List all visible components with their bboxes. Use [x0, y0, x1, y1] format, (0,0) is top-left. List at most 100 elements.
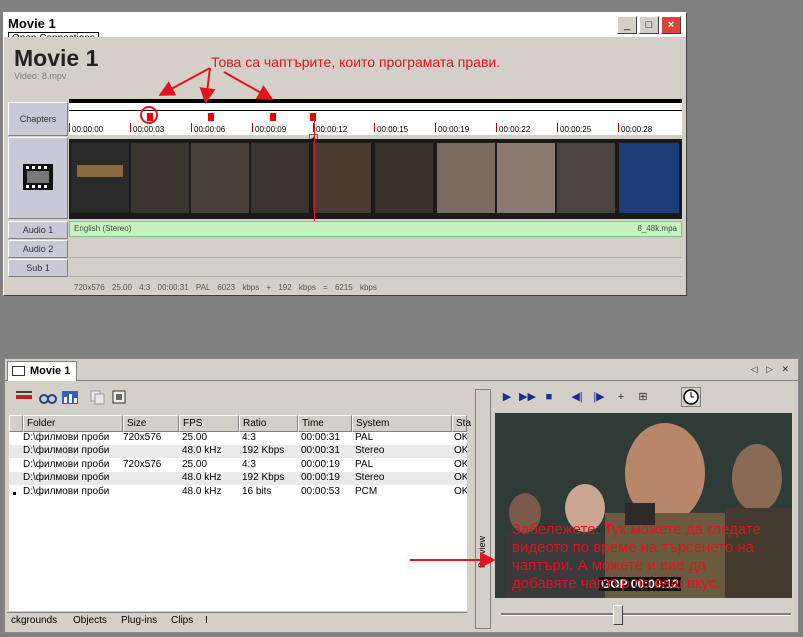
- file-list[interactable]: Folder Size FPS Ratio Time System Sta D:…: [9, 415, 471, 611]
- column-header-size[interactable]: Size: [123, 415, 179, 432]
- cell-size: 720x576: [123, 459, 162, 470]
- cell-system: PAL: [355, 459, 374, 470]
- ruler-tick: [435, 123, 436, 132]
- audio1-track-label[interactable]: Audio 1: [8, 221, 68, 239]
- sub1-track[interactable]: [69, 259, 682, 277]
- video-thumbnail: [437, 143, 495, 213]
- tab-nav-arrows[interactable]: ◁ ▷ ✕: [751, 364, 792, 375]
- tab-more[interactable]: I: [201, 615, 212, 626]
- cell-time: 00:00:19: [301, 472, 340, 483]
- ruler-tick: [557, 123, 558, 132]
- movie-info-line: 720x576 25.00 4:3 00:00:31 PAL 6023 kbps…: [74, 283, 377, 292]
- tab-objects[interactable]: Objects: [69, 615, 111, 626]
- binoculars-icon[interactable]: [39, 389, 57, 405]
- table-row[interactable]: D:\филмови проби 48.0 kHz 192 Kbps 00:00…: [9, 445, 467, 458]
- chapters-track-label[interactable]: Chapters: [8, 102, 68, 136]
- column-header-fps[interactable]: FPS: [179, 415, 239, 432]
- clock-icon[interactable]: [681, 387, 701, 407]
- video-track-thumbnails[interactable]: [69, 139, 682, 219]
- ruler-line: [69, 110, 682, 111]
- cell-folder: D:\филмови проби: [23, 445, 110, 456]
- tab-plugins[interactable]: Plug-ins: [117, 615, 161, 626]
- ruler-tick: [374, 123, 375, 132]
- annotation-preview: Забележете: Тук можете да гледате видеот…: [512, 521, 761, 592]
- seek-slider-track[interactable]: [501, 613, 791, 616]
- add-track-icon[interactable]: [15, 389, 33, 405]
- ruler-tick-label: 00:00:06: [194, 125, 226, 134]
- ruler-tick-label: 00:00:19: [438, 125, 470, 134]
- cell-time: 00:00:53: [301, 486, 340, 497]
- table-row[interactable]: D:\филмови проби 720x576 25.00 4:3 00:00…: [9, 459, 467, 472]
- maximize-button[interactable]: □: [639, 16, 659, 34]
- play-icon[interactable]: ▶: [499, 389, 515, 405]
- timeline: Chapters Audio 1 Audio 2 Sub 1 00:00:00 …: [8, 99, 682, 293]
- audio2-track[interactable]: [69, 240, 682, 258]
- video-thumbnail: [557, 143, 615, 213]
- prev-frame-icon[interactable]: ◀|: [569, 389, 585, 405]
- playhead[interactable]: [314, 114, 315, 233]
- add-chapter-icon[interactable]: +: [613, 389, 629, 405]
- cell-fps: 48.0 kHz: [182, 472, 222, 483]
- chapter-marker[interactable]: [208, 113, 214, 121]
- cell-time: 00:00:31: [301, 432, 340, 443]
- stop-icon[interactable]: ■: [541, 389, 557, 405]
- cell-system: PCM: [355, 486, 378, 497]
- table-row[interactable]: D:\филмови проби 720x576 25.00 4:3 00:00…: [9, 432, 467, 445]
- cell-folder: D:\филмови проби: [23, 472, 110, 483]
- video-thumbnail: [619, 143, 679, 213]
- tab-backgrounds[interactable]: ckgrounds: [7, 615, 61, 626]
- minimize-button[interactable]: _: [617, 16, 637, 34]
- cell-ratio: 192 Kbps: [242, 445, 285, 456]
- cell-ratio: 4:3: [242, 432, 256, 443]
- sub1-track-label[interactable]: Sub 1: [8, 259, 68, 277]
- audio1-track[interactable]: English (Stereo) 8_48k.mpa: [69, 221, 682, 237]
- video-thumbnail: [251, 143, 309, 213]
- chapter-marker[interactable]: [310, 113, 316, 121]
- next-frame-icon[interactable]: |▶: [591, 389, 607, 405]
- annotation-preview-arrow: [410, 552, 496, 568]
- column-header-time[interactable]: Time: [298, 415, 352, 432]
- annotation-arrows: [158, 67, 274, 104]
- close-button[interactable]: ×: [661, 16, 681, 34]
- ruler-tick: [69, 123, 70, 132]
- ruler-tick-label: 00:00:22: [499, 125, 531, 134]
- ruler-tick: [496, 123, 497, 132]
- ruler-tick: [252, 123, 253, 132]
- tab-clips[interactable]: Clips: [167, 615, 197, 626]
- column-header-folder[interactable]: Folder: [23, 415, 123, 432]
- column-header-system[interactable]: System: [352, 415, 452, 432]
- table-row[interactable]: D:\филмови проби 48.0 kHz 16 bits 00:00:…: [9, 486, 467, 499]
- video-track-label[interactable]: [8, 137, 68, 219]
- cell-size: 720x576: [123, 432, 162, 443]
- cell-time: 00:00:19: [301, 459, 340, 470]
- movie-subtitle: Video: 8.mpv: [14, 71, 67, 81]
- cell-fps: 25.00: [182, 459, 208, 470]
- fast-forward-icon[interactable]: ▶▶: [519, 389, 536, 405]
- ruler-tick-label: 00:00:25: [560, 125, 592, 134]
- ruler-tick-label: 00:00:15: [377, 125, 409, 134]
- chapter-marker[interactable]: [270, 113, 276, 121]
- tab-movie1[interactable]: Movie 1: [7, 361, 78, 381]
- video-thumbnail: [191, 143, 249, 213]
- cell-status: OK: [454, 432, 467, 443]
- column-header-ratio[interactable]: Ratio: [239, 415, 298, 432]
- window-title: Movie 1: [8, 16, 56, 31]
- video-thumbnail: [131, 143, 189, 213]
- add-marker-icon[interactable]: ⊞: [635, 389, 651, 405]
- window-titlebar[interactable]: Movie 1 _ □ ×: [4, 13, 686, 37]
- export-icon[interactable]: [111, 389, 129, 405]
- cell-system: Stereo: [355, 445, 385, 456]
- seek-slider-knob[interactable]: [613, 605, 623, 625]
- lower-tabbar: Movie 1 ◁ ▷ ✕: [5, 359, 798, 381]
- column-header-status[interactable]: Sta: [452, 415, 471, 432]
- chart-icon[interactable]: [61, 389, 79, 405]
- ruler-tick-label: 00:00:12: [316, 125, 348, 134]
- cell-system: PAL: [355, 432, 374, 443]
- table-row[interactable]: D:\филмови проби 48.0 kHz 192 Kbps 00:00…: [9, 472, 467, 485]
- audio2-track-label[interactable]: Audio 2: [8, 240, 68, 258]
- bottom-tabbar: ckgrounds Objects Plug-ins Clips I: [7, 612, 467, 629]
- copy-icon[interactable]: [89, 389, 107, 405]
- cell-status: OK: [454, 445, 467, 456]
- audio-language: English (Stereo): [74, 224, 132, 233]
- cell-fps: 25.00: [182, 432, 208, 443]
